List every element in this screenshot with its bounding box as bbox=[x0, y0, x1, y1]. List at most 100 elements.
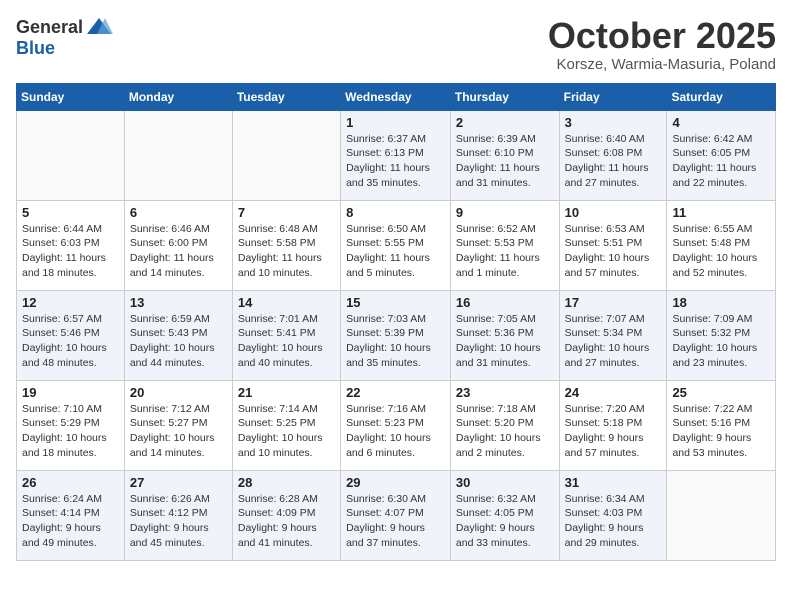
day-number: 19 bbox=[22, 385, 119, 400]
day-number: 25 bbox=[672, 385, 770, 400]
day-cell bbox=[17, 110, 125, 200]
day-info: Sunrise: 6:53 AM Sunset: 5:51 PM Dayligh… bbox=[565, 222, 662, 281]
day-number: 5 bbox=[22, 205, 119, 220]
day-cell: 17 Sunrise: 7:07 AM Sunset: 5:34 PM Dayli… bbox=[559, 290, 667, 380]
day-info: Sunrise: 6:42 AM Sunset: 6:05 PM Dayligh… bbox=[672, 132, 770, 191]
day-number: 26 bbox=[22, 475, 119, 490]
day-number: 16 bbox=[456, 295, 554, 310]
page-header: General Blue October 2025 Korsze, Warmia… bbox=[16, 16, 776, 73]
day-info: Sunrise: 7:22 AM Sunset: 5:16 PM Dayligh… bbox=[672, 402, 770, 461]
logo-icon bbox=[85, 16, 113, 38]
day-info: Sunrise: 6:32 AM Sunset: 4:05 PM Dayligh… bbox=[456, 492, 554, 551]
day-number: 1 bbox=[346, 115, 445, 130]
day-cell: 22 Sunrise: 7:16 AM Sunset: 5:23 PM Dayli… bbox=[341, 380, 451, 470]
day-number: 13 bbox=[130, 295, 227, 310]
day-number: 27 bbox=[130, 475, 227, 490]
day-number: 31 bbox=[565, 475, 662, 490]
day-number: 17 bbox=[565, 295, 662, 310]
day-number: 24 bbox=[565, 385, 662, 400]
day-number: 2 bbox=[456, 115, 554, 130]
day-info: Sunrise: 6:40 AM Sunset: 6:08 PM Dayligh… bbox=[565, 132, 662, 191]
day-info: Sunrise: 7:01 AM Sunset: 5:41 PM Dayligh… bbox=[238, 312, 335, 371]
day-info: Sunrise: 6:30 AM Sunset: 4:07 PM Dayligh… bbox=[346, 492, 445, 551]
day-number: 29 bbox=[346, 475, 445, 490]
day-info: Sunrise: 7:07 AM Sunset: 5:34 PM Dayligh… bbox=[565, 312, 662, 371]
day-cell: 11Sunrise: 6:55 AM Sunset: 5:48 PM Dayli… bbox=[667, 200, 776, 290]
day-cell: 8 Sunrise: 6:50 AM Sunset: 5:55 PM Daylig… bbox=[341, 200, 451, 290]
day-cell: 13 Sunrise: 6:59 AM Sunset: 5:43 PM Dayli… bbox=[124, 290, 232, 380]
column-header-sunday: Sunday bbox=[17, 83, 125, 110]
day-cell: 4 Sunrise: 6:42 AM Sunset: 6:05 PM Daylig… bbox=[667, 110, 776, 200]
day-cell: 24 Sunrise: 7:20 AM Sunset: 5:18 PM Dayli… bbox=[559, 380, 667, 470]
day-info: Sunrise: 6:37 AM Sunset: 6:13 PM Dayligh… bbox=[346, 132, 445, 191]
day-cell bbox=[232, 110, 340, 200]
day-number: 28 bbox=[238, 475, 335, 490]
logo-blue-text: Blue bbox=[16, 38, 55, 59]
week-row-4: 19 Sunrise: 7:10 AM Sunset: 5:29 PM Dayli… bbox=[17, 380, 776, 470]
day-cell: 27 Sunrise: 6:26 AM Sunset: 4:12 PM Dayli… bbox=[124, 470, 232, 560]
day-info: Sunrise: 6:57 AM Sunset: 5:46 PM Dayligh… bbox=[22, 312, 119, 371]
day-number: 3 bbox=[565, 115, 662, 130]
week-row-1: 1 Sunrise: 6:37 AM Sunset: 6:13 PM Daylig… bbox=[17, 110, 776, 200]
day-number: 30 bbox=[456, 475, 554, 490]
day-info: Sunrise: 6:46 AM Sunset: 6:00 PM Dayligh… bbox=[130, 222, 227, 281]
day-info: Sunrise: 6:24 AM Sunset: 4:14 PM Dayligh… bbox=[22, 492, 119, 551]
day-number: 4 bbox=[672, 115, 770, 130]
day-cell: 25 Sunrise: 7:22 AM Sunset: 5:16 PM Dayli… bbox=[667, 380, 776, 470]
column-header-thursday: Thursday bbox=[450, 83, 559, 110]
day-cell: 29 Sunrise: 6:30 AM Sunset: 4:07 PM Dayli… bbox=[341, 470, 451, 560]
week-row-2: 5 Sunrise: 6:44 AM Sunset: 6:03 PM Daylig… bbox=[17, 200, 776, 290]
day-info: Sunrise: 7:16 AM Sunset: 5:23 PM Dayligh… bbox=[346, 402, 445, 461]
day-cell: 2Sunrise: 6:39 AM Sunset: 6:10 PM Daylig… bbox=[450, 110, 559, 200]
location-text: Korsze, Warmia-Masuria, Poland bbox=[548, 56, 776, 73]
day-info: Sunrise: 6:28 AM Sunset: 4:09 PM Dayligh… bbox=[238, 492, 335, 551]
day-number: 23 bbox=[456, 385, 554, 400]
day-number: 15 bbox=[346, 295, 445, 310]
day-number: 11 bbox=[672, 205, 770, 220]
week-row-5: 26 Sunrise: 6:24 AM Sunset: 4:14 PM Dayli… bbox=[17, 470, 776, 560]
day-info: Sunrise: 6:59 AM Sunset: 5:43 PM Dayligh… bbox=[130, 312, 227, 371]
day-info: Sunrise: 6:44 AM Sunset: 6:03 PM Dayligh… bbox=[22, 222, 119, 281]
column-header-saturday: Saturday bbox=[667, 83, 776, 110]
day-cell: 15 Sunrise: 7:03 AM Sunset: 5:39 PM Dayli… bbox=[341, 290, 451, 380]
month-title: October 2025 bbox=[548, 16, 776, 56]
day-cell: 9Sunrise: 6:52 AM Sunset: 5:53 PM Daylig… bbox=[450, 200, 559, 290]
column-header-friday: Friday bbox=[559, 83, 667, 110]
column-header-tuesday: Tuesday bbox=[232, 83, 340, 110]
day-number: 14 bbox=[238, 295, 335, 310]
day-info: Sunrise: 7:05 AM Sunset: 5:36 PM Dayligh… bbox=[456, 312, 554, 371]
day-cell: 30 Sunrise: 6:32 AM Sunset: 4:05 PM Dayli… bbox=[450, 470, 559, 560]
day-number: 22 bbox=[346, 385, 445, 400]
day-cell: 20Sunrise: 7:12 AM Sunset: 5:27 PM Dayli… bbox=[124, 380, 232, 470]
day-info: Sunrise: 7:03 AM Sunset: 5:39 PM Dayligh… bbox=[346, 312, 445, 371]
day-cell: 18Sunrise: 7:09 AM Sunset: 5:32 PM Dayli… bbox=[667, 290, 776, 380]
day-number: 21 bbox=[238, 385, 335, 400]
column-header-monday: Monday bbox=[124, 83, 232, 110]
day-cell: 26 Sunrise: 6:24 AM Sunset: 4:14 PM Dayli… bbox=[17, 470, 125, 560]
day-info: Sunrise: 7:09 AM Sunset: 5:32 PM Dayligh… bbox=[672, 312, 770, 371]
day-cell: 5 Sunrise: 6:44 AM Sunset: 6:03 PM Daylig… bbox=[17, 200, 125, 290]
day-info: Sunrise: 7:20 AM Sunset: 5:18 PM Dayligh… bbox=[565, 402, 662, 461]
day-number: 9 bbox=[456, 205, 554, 220]
calendar-header-row: SundayMondayTuesdayWednesdayThursdayFrid… bbox=[17, 83, 776, 110]
title-block: October 2025 Korsze, Warmia-Masuria, Pol… bbox=[548, 16, 776, 73]
day-cell: 19 Sunrise: 7:10 AM Sunset: 5:29 PM Dayli… bbox=[17, 380, 125, 470]
day-cell: 3 Sunrise: 6:40 AM Sunset: 6:08 PM Daylig… bbox=[559, 110, 667, 200]
day-info: Sunrise: 7:12 AM Sunset: 5:27 PM Dayligh… bbox=[130, 402, 227, 461]
day-cell: 12Sunrise: 6:57 AM Sunset: 5:46 PM Dayli… bbox=[17, 290, 125, 380]
day-info: Sunrise: 7:10 AM Sunset: 5:29 PM Dayligh… bbox=[22, 402, 119, 461]
day-info: Sunrise: 6:34 AM Sunset: 4:03 PM Dayligh… bbox=[565, 492, 662, 551]
day-info: Sunrise: 7:18 AM Sunset: 5:20 PM Dayligh… bbox=[456, 402, 554, 461]
day-cell bbox=[124, 110, 232, 200]
day-cell: 21 Sunrise: 7:14 AM Sunset: 5:25 PM Dayli… bbox=[232, 380, 340, 470]
day-cell: 14 Sunrise: 7:01 AM Sunset: 5:41 PM Dayli… bbox=[232, 290, 340, 380]
calendar-body: 1 Sunrise: 6:37 AM Sunset: 6:13 PM Daylig… bbox=[17, 110, 776, 560]
logo-general-text: General bbox=[16, 17, 83, 38]
day-info: Sunrise: 6:26 AM Sunset: 4:12 PM Dayligh… bbox=[130, 492, 227, 551]
day-number: 10 bbox=[565, 205, 662, 220]
day-info: Sunrise: 7:14 AM Sunset: 5:25 PM Dayligh… bbox=[238, 402, 335, 461]
week-row-3: 12Sunrise: 6:57 AM Sunset: 5:46 PM Dayli… bbox=[17, 290, 776, 380]
day-cell: 10 Sunrise: 6:53 AM Sunset: 5:51 PM Dayli… bbox=[559, 200, 667, 290]
day-number: 8 bbox=[346, 205, 445, 220]
day-info: Sunrise: 6:50 AM Sunset: 5:55 PM Dayligh… bbox=[346, 222, 445, 281]
